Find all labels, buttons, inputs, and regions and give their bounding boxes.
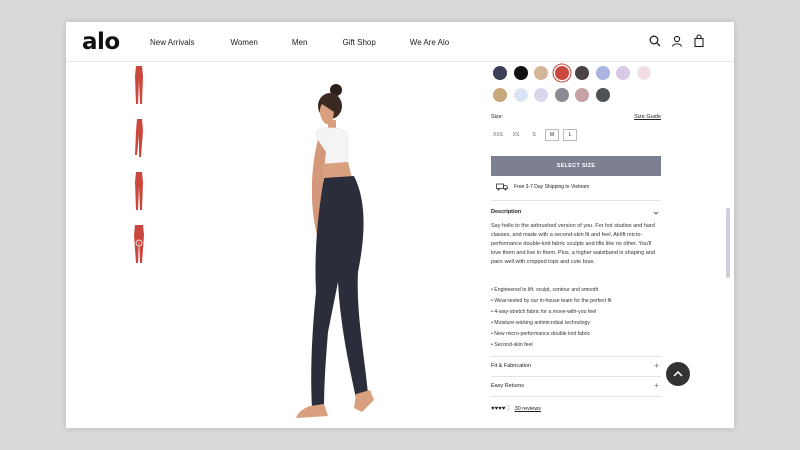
thumb-legging-shape — [135, 172, 143, 210]
shipping-info: Free 3-7 Day Shipping to Vietnam — [496, 183, 589, 191]
color-swatch[interactable] — [493, 66, 507, 80]
site-header: alo New Arrivals Women Men Gift Shop We … — [66, 22, 734, 62]
color-swatch[interactable] — [554, 88, 569, 102]
description-bullets: • Engineered to lift, sculpt, contour an… — [491, 285, 661, 351]
easy-returns-header[interactable]: Easy Returns + — [491, 381, 661, 393]
thumbnail-2[interactable] — [129, 117, 149, 159]
plus-icon: + — [654, 361, 659, 370]
size-options: XXS XS S M L — [491, 129, 577, 141]
color-swatch[interactable] — [513, 66, 528, 80]
size-option-xs[interactable]: XS — [509, 129, 523, 141]
nav-gift-shop[interactable]: Gift Shop — [342, 38, 375, 47]
chevron-up-icon — [673, 371, 683, 377]
product-page-window: alo New Arrivals Women Men Gift Shop We … — [66, 22, 734, 428]
nav-new-arrivals[interactable]: New Arrivals — [150, 38, 194, 47]
chevron-down-icon — [653, 211, 659, 215]
nav-women[interactable]: Women — [230, 38, 257, 47]
search-icon[interactable] — [648, 34, 662, 48]
size-option-m[interactable]: M — [545, 129, 559, 141]
size-guide-link[interactable]: Size Guide — [634, 114, 661, 120]
divider — [491, 356, 661, 357]
color-swatch[interactable] — [493, 88, 507, 102]
bullet-item: • Wear-tested by our in-house team for t… — [491, 298, 612, 304]
bullet-item: • Moisture-wicking antimicrobial technol… — [491, 320, 590, 326]
main-nav: New Arrivals Women Men Gift Shop We Are … — [150, 38, 449, 47]
size-option-s[interactable]: S — [527, 129, 541, 141]
bullet-item: • New micro-performance double knit fabr… — [491, 331, 591, 337]
color-swatch[interactable] — [595, 66, 610, 80]
description-title: Description — [491, 209, 522, 215]
thumbnail-4[interactable] — [129, 223, 149, 265]
color-swatch[interactable] — [616, 66, 630, 80]
select-size-button[interactable]: SELECT SIZE — [491, 156, 661, 176]
thumb-legging-shape — [135, 66, 143, 104]
description-header[interactable]: Description — [491, 207, 661, 219]
bullet-item: • Second-skin feel — [491, 342, 533, 348]
color-swatch[interactable] — [534, 88, 548, 102]
thumb-legging-shape — [134, 225, 144, 263]
size-option-xxs[interactable]: XXS — [491, 129, 505, 141]
color-swatch[interactable] — [554, 66, 569, 80]
product-thumbnails — [129, 64, 149, 276]
account-icon[interactable] — [670, 34, 684, 48]
color-swatch[interactable] — [595, 88, 610, 102]
color-swatch[interactable] — [575, 88, 589, 102]
color-swatch[interactable] — [513, 88, 528, 102]
rating-hearts: ♥♥♥♥♡ — [491, 406, 511, 412]
color-swatch[interactable] — [534, 66, 548, 80]
thumbnail-3[interactable] — [129, 170, 149, 212]
bullet-item: • 4-way-stretch fabric for a move-with-y… — [491, 309, 597, 315]
color-swatch[interactable] — [636, 66, 651, 80]
thumb-legging-shape — [135, 119, 143, 157]
size-label: Size: — [491, 114, 504, 120]
shipping-text: Free 3-7 Day Shipping to Vietnam — [514, 184, 590, 190]
brand-logo[interactable]: alo — [82, 29, 120, 55]
easy-returns-title: Easy Returns — [491, 383, 525, 389]
truck-icon — [496, 183, 508, 191]
thumbnail-1[interactable] — [129, 64, 149, 106]
reviews-summary: ♥♥♥♥♡ 30 reviews — [491, 405, 541, 413]
scrollbar-thumb[interactable] — [726, 208, 730, 278]
fit-fabrication-title: Fit & Fabrication — [491, 363, 532, 369]
back-to-top-button[interactable] — [666, 362, 690, 386]
plus-icon: + — [654, 381, 659, 390]
divider — [491, 376, 661, 377]
nav-we-are-alo[interactable]: We Are Alo — [410, 38, 449, 47]
product-hero-image — [296, 84, 374, 418]
divider — [491, 200, 661, 201]
reviews-link[interactable]: 30 reviews — [515, 406, 541, 412]
size-header: Size: Size Guide — [491, 114, 661, 124]
description-body: Say hello to the airbrushed version of y… — [491, 223, 655, 265]
bag-icon[interactable] — [692, 34, 706, 48]
nav-men[interactable]: Men — [292, 38, 308, 47]
color-swatch[interactable] — [575, 66, 589, 80]
fit-fabrication-header[interactable]: Fit & Fabrication + — [491, 361, 661, 373]
bullet-item: • Engineered to lift, sculpt, contour an… — [491, 287, 599, 293]
size-option-l[interactable]: L — [563, 129, 577, 141]
divider — [491, 396, 661, 397]
